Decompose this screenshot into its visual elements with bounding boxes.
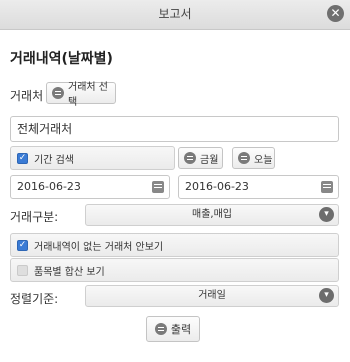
- today-label: 오늘: [254, 154, 273, 166]
- sort-select[interactable]: 거래일 ▾: [85, 285, 339, 307]
- close-icon[interactable]: ✕: [327, 5, 344, 22]
- period-checkbox[interactable]: ✓: [17, 152, 28, 164]
- hide-no-trade-checkbox[interactable]: ✓: [17, 239, 28, 251]
- client-label: 거래처: [10, 89, 44, 103]
- chevron-down-icon: ▾: [319, 288, 334, 303]
- sum-by-item-label: 품목별 합산 보기: [34, 266, 105, 278]
- end-date-field[interactable]: 2016-06-23: [178, 175, 339, 199]
- calendar-icon[interactable]: [152, 181, 164, 193]
- this-month-label: 금월: [200, 154, 219, 166]
- print-button[interactable]: 출력: [146, 316, 200, 342]
- hide-no-trade-option[interactable]: ✓ 거래내역이 없는 거래처 안보기: [10, 233, 339, 257]
- period-search-toggle[interactable]: ✓ 기간 검색: [10, 146, 175, 170]
- sort-value: 거래일: [198, 290, 226, 301]
- select-client-label: 거래처 선택: [68, 82, 108, 108]
- trade-type-select[interactable]: 매출,매입 ▾: [85, 204, 339, 226]
- dialog-titlebar: 보고서 ✕: [0, 0, 350, 30]
- section-heading: 거래내역(날짜별): [10, 51, 113, 67]
- sort-label: 정렬기준:: [10, 292, 59, 306]
- calendar-icon[interactable]: [321, 181, 333, 193]
- today-button[interactable]: 오늘: [232, 147, 275, 169]
- start-date-field[interactable]: 2016-06-23: [10, 175, 170, 199]
- trade-type-value: 매출,매입: [192, 209, 232, 220]
- calendar-icon: [184, 152, 196, 164]
- hide-no-trade-label: 거래내역이 없는 거래처 안보기: [34, 241, 164, 253]
- this-month-button[interactable]: 금월: [178, 147, 223, 169]
- end-date-value: 2016-06-23: [185, 180, 249, 193]
- start-date-value: 2016-06-23: [17, 180, 81, 193]
- sum-by-item-option[interactable]: 품목별 합산 보기: [10, 258, 339, 282]
- printer-icon: [154, 323, 167, 335]
- select-client-button[interactable]: 거래처 선택: [46, 82, 116, 108]
- report-dialog: 보고서 ✕ 거래내역(날짜별) 거래처 거래처 선택 전체거래처 ✓ 기간 검색…: [0, 0, 350, 362]
- client-field[interactable]: 전체거래처: [10, 116, 339, 142]
- sum-by-item-checkbox[interactable]: [17, 264, 28, 276]
- calendar-icon: [238, 152, 250, 164]
- dialog-title: 보고서: [158, 7, 192, 21]
- chevron-down-icon: ▾: [319, 207, 334, 222]
- list-icon: [52, 87, 64, 99]
- trade-type-label: 거래구분:: [10, 210, 59, 224]
- period-checkbox-label: 기간 검색: [34, 154, 74, 166]
- print-label: 출력: [170, 323, 192, 336]
